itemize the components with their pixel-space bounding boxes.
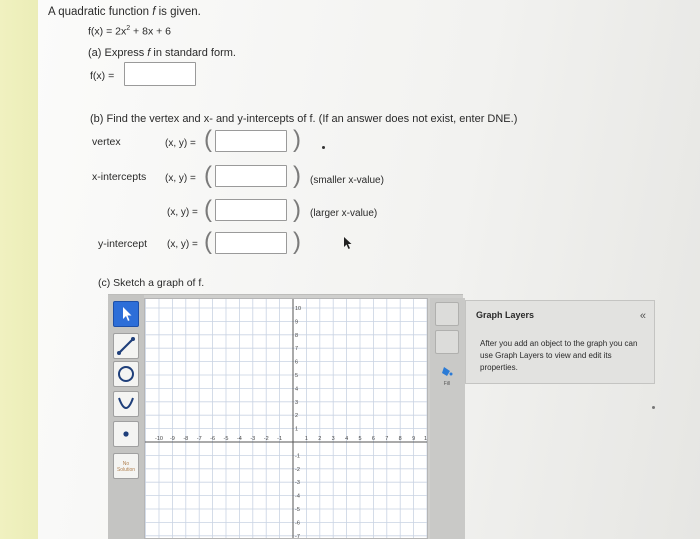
undo-button[interactable] <box>435 330 459 354</box>
pointer-tool-button[interactable] <box>113 301 139 327</box>
y-tick-label: 10 <box>295 306 301 312</box>
fill-label: Fill <box>443 381 451 387</box>
y-tick-label: -4 <box>295 494 300 500</box>
vertex-period <box>322 146 325 149</box>
paint-bucket-icon <box>442 367 453 376</box>
parabola-icon <box>118 397 134 409</box>
x-intercept-2-open-paren: ( <box>204 196 212 223</box>
y-tick-label: -2 <box>295 467 300 473</box>
graph-canvas[interactable]: -10 -9 -8 -7 -6 -5 -4 -3 -2 -1 1 2 3 4 5 6 7 8 9 10 10 9 8 7 6 5 4… <box>144 298 428 539</box>
standard-form-input[interactable] <box>124 62 196 86</box>
y-intercept-xy-label: (x, y) = <box>167 239 198 250</box>
x-tick-label: -8 <box>183 436 188 442</box>
y-tick-label: 1 <box>295 427 298 433</box>
x-intercepts-label: x-intercepts <box>92 171 147 183</box>
y-tick-label: -3 <box>295 480 300 486</box>
x-tick-label: 9 <box>412 436 415 442</box>
vertex-close-paren: ) <box>293 126 301 153</box>
y-intercept-label: y-intercept <box>98 238 148 250</box>
graph-layers-panel: Graph Layers « After you add an object t… <box>465 300 655 384</box>
x-intercept-1-xy-label: (x, y) = <box>165 173 196 184</box>
question-intro: A quadratic function f is given. <box>48 6 201 18</box>
fill-button[interactable]: Fill <box>435 362 459 390</box>
y-intercept-open-paren: ( <box>204 228 212 255</box>
mouse-pointer-icon <box>344 237 352 249</box>
circle-icon <box>118 366 134 382</box>
x-tick-label: -9 <box>170 436 175 442</box>
x-tick-label: -6 <box>210 436 215 442</box>
y-tick-label: 9 <box>295 319 298 325</box>
larger-x-value-note: (larger x-value) <box>310 208 378 219</box>
x-intercept-larger-input[interactable] <box>215 199 287 221</box>
x-tick-label: -10 <box>155 436 163 442</box>
y-tick-label: -5 <box>295 507 300 513</box>
graph-layers-title: Graph Layers <box>476 310 535 320</box>
x-intercept-smaller-input[interactable] <box>215 165 287 187</box>
no-solution-button[interactable]: No Solution <box>113 453 139 479</box>
x-intercept-1-open-paren: ( <box>204 162 212 189</box>
pointer-icon <box>123 307 132 321</box>
function-definition: f(x) = 2x2 + 8x + 6 <box>88 25 172 38</box>
y-tick-label: -7 <box>295 534 300 539</box>
parabola-tool-button[interactable] <box>113 391 139 417</box>
no-solution-line-2: Solution <box>116 467 136 473</box>
x-tick-label: -5 <box>224 436 229 442</box>
x-tick-label: 6 <box>372 436 375 442</box>
collapse-layers-button[interactable]: « <box>640 310 646 322</box>
standard-form-label: f(x) = <box>90 70 115 82</box>
stray-dot <box>652 406 655 409</box>
circle-tool-button[interactable] <box>113 361 139 387</box>
y-tick-label: 3 <box>295 400 298 406</box>
x-tick-label: -2 <box>264 436 269 442</box>
point-tool-button[interactable] <box>113 421 139 447</box>
x-tick-label: 4 <box>345 436 348 442</box>
vertex-input[interactable] <box>215 130 287 152</box>
x-tick-label: 7 <box>385 436 388 442</box>
x-tick-label: 3 <box>332 436 335 442</box>
delete-button[interactable] <box>435 302 459 326</box>
y-tick-label: -6 <box>295 520 300 526</box>
y-tick-label: 7 <box>295 346 298 352</box>
point-icon <box>123 431 129 437</box>
x-tick-label: 2 <box>318 436 321 442</box>
x-tick-label: 8 <box>399 436 402 442</box>
x-tick-label: -1 <box>277 436 282 442</box>
line-segment-icon <box>117 337 135 355</box>
vertex-label: vertex <box>92 136 121 148</box>
y-intercept-input[interactable] <box>215 232 287 254</box>
smaller-x-value-note: (smaller x-value) <box>310 175 384 186</box>
x-intercept-1-close-paren: ) <box>293 162 301 189</box>
x-tick-label: 10 <box>424 436 428 442</box>
x-tick-label: -3 <box>250 436 255 442</box>
y-tick-label: 6 <box>295 360 298 366</box>
part-a-prompt: (a) Express f in standard form. <box>88 47 236 59</box>
part-c-prompt: (c) Sketch a graph of f. <box>98 277 205 289</box>
y-tick-label: 4 <box>295 386 298 392</box>
y-tick-label: 5 <box>295 373 298 379</box>
y-tick-label: -1 <box>295 453 300 459</box>
x-tick-label: 1 <box>305 436 308 442</box>
vertex-open-paren: ( <box>204 126 212 153</box>
line-tool-button[interactable] <box>113 333 139 359</box>
part-b-prompt: (b) Find the vertex and x- and y-interce… <box>90 113 518 125</box>
tool-column: No Solution <box>108 295 144 539</box>
x-tick-label: -7 <box>197 436 202 442</box>
y-intercept-close-paren: ) <box>293 228 301 255</box>
x-tick-label: 5 <box>358 436 361 442</box>
y-tick-label: 8 <box>295 333 298 339</box>
graph-layers-help: After you add an object to the graph you… <box>480 339 638 372</box>
x-tick-label: -4 <box>237 436 242 442</box>
vertex-xy-label: (x, y) = <box>165 138 196 149</box>
coordinate-grid[interactable]: -10 -9 -8 -7 -6 -5 -4 -3 -2 -1 1 2 3 4 5 6 7 8 9 10 10 9 8 7 6 5 4… <box>145 299 428 539</box>
graph-right-controls: Fill <box>430 298 465 539</box>
y-tick-label: 2 <box>295 413 298 419</box>
x-intercept-2-close-paren: ) <box>293 196 301 223</box>
x-intercept-2-xy-label: (x, y) = <box>167 207 198 218</box>
